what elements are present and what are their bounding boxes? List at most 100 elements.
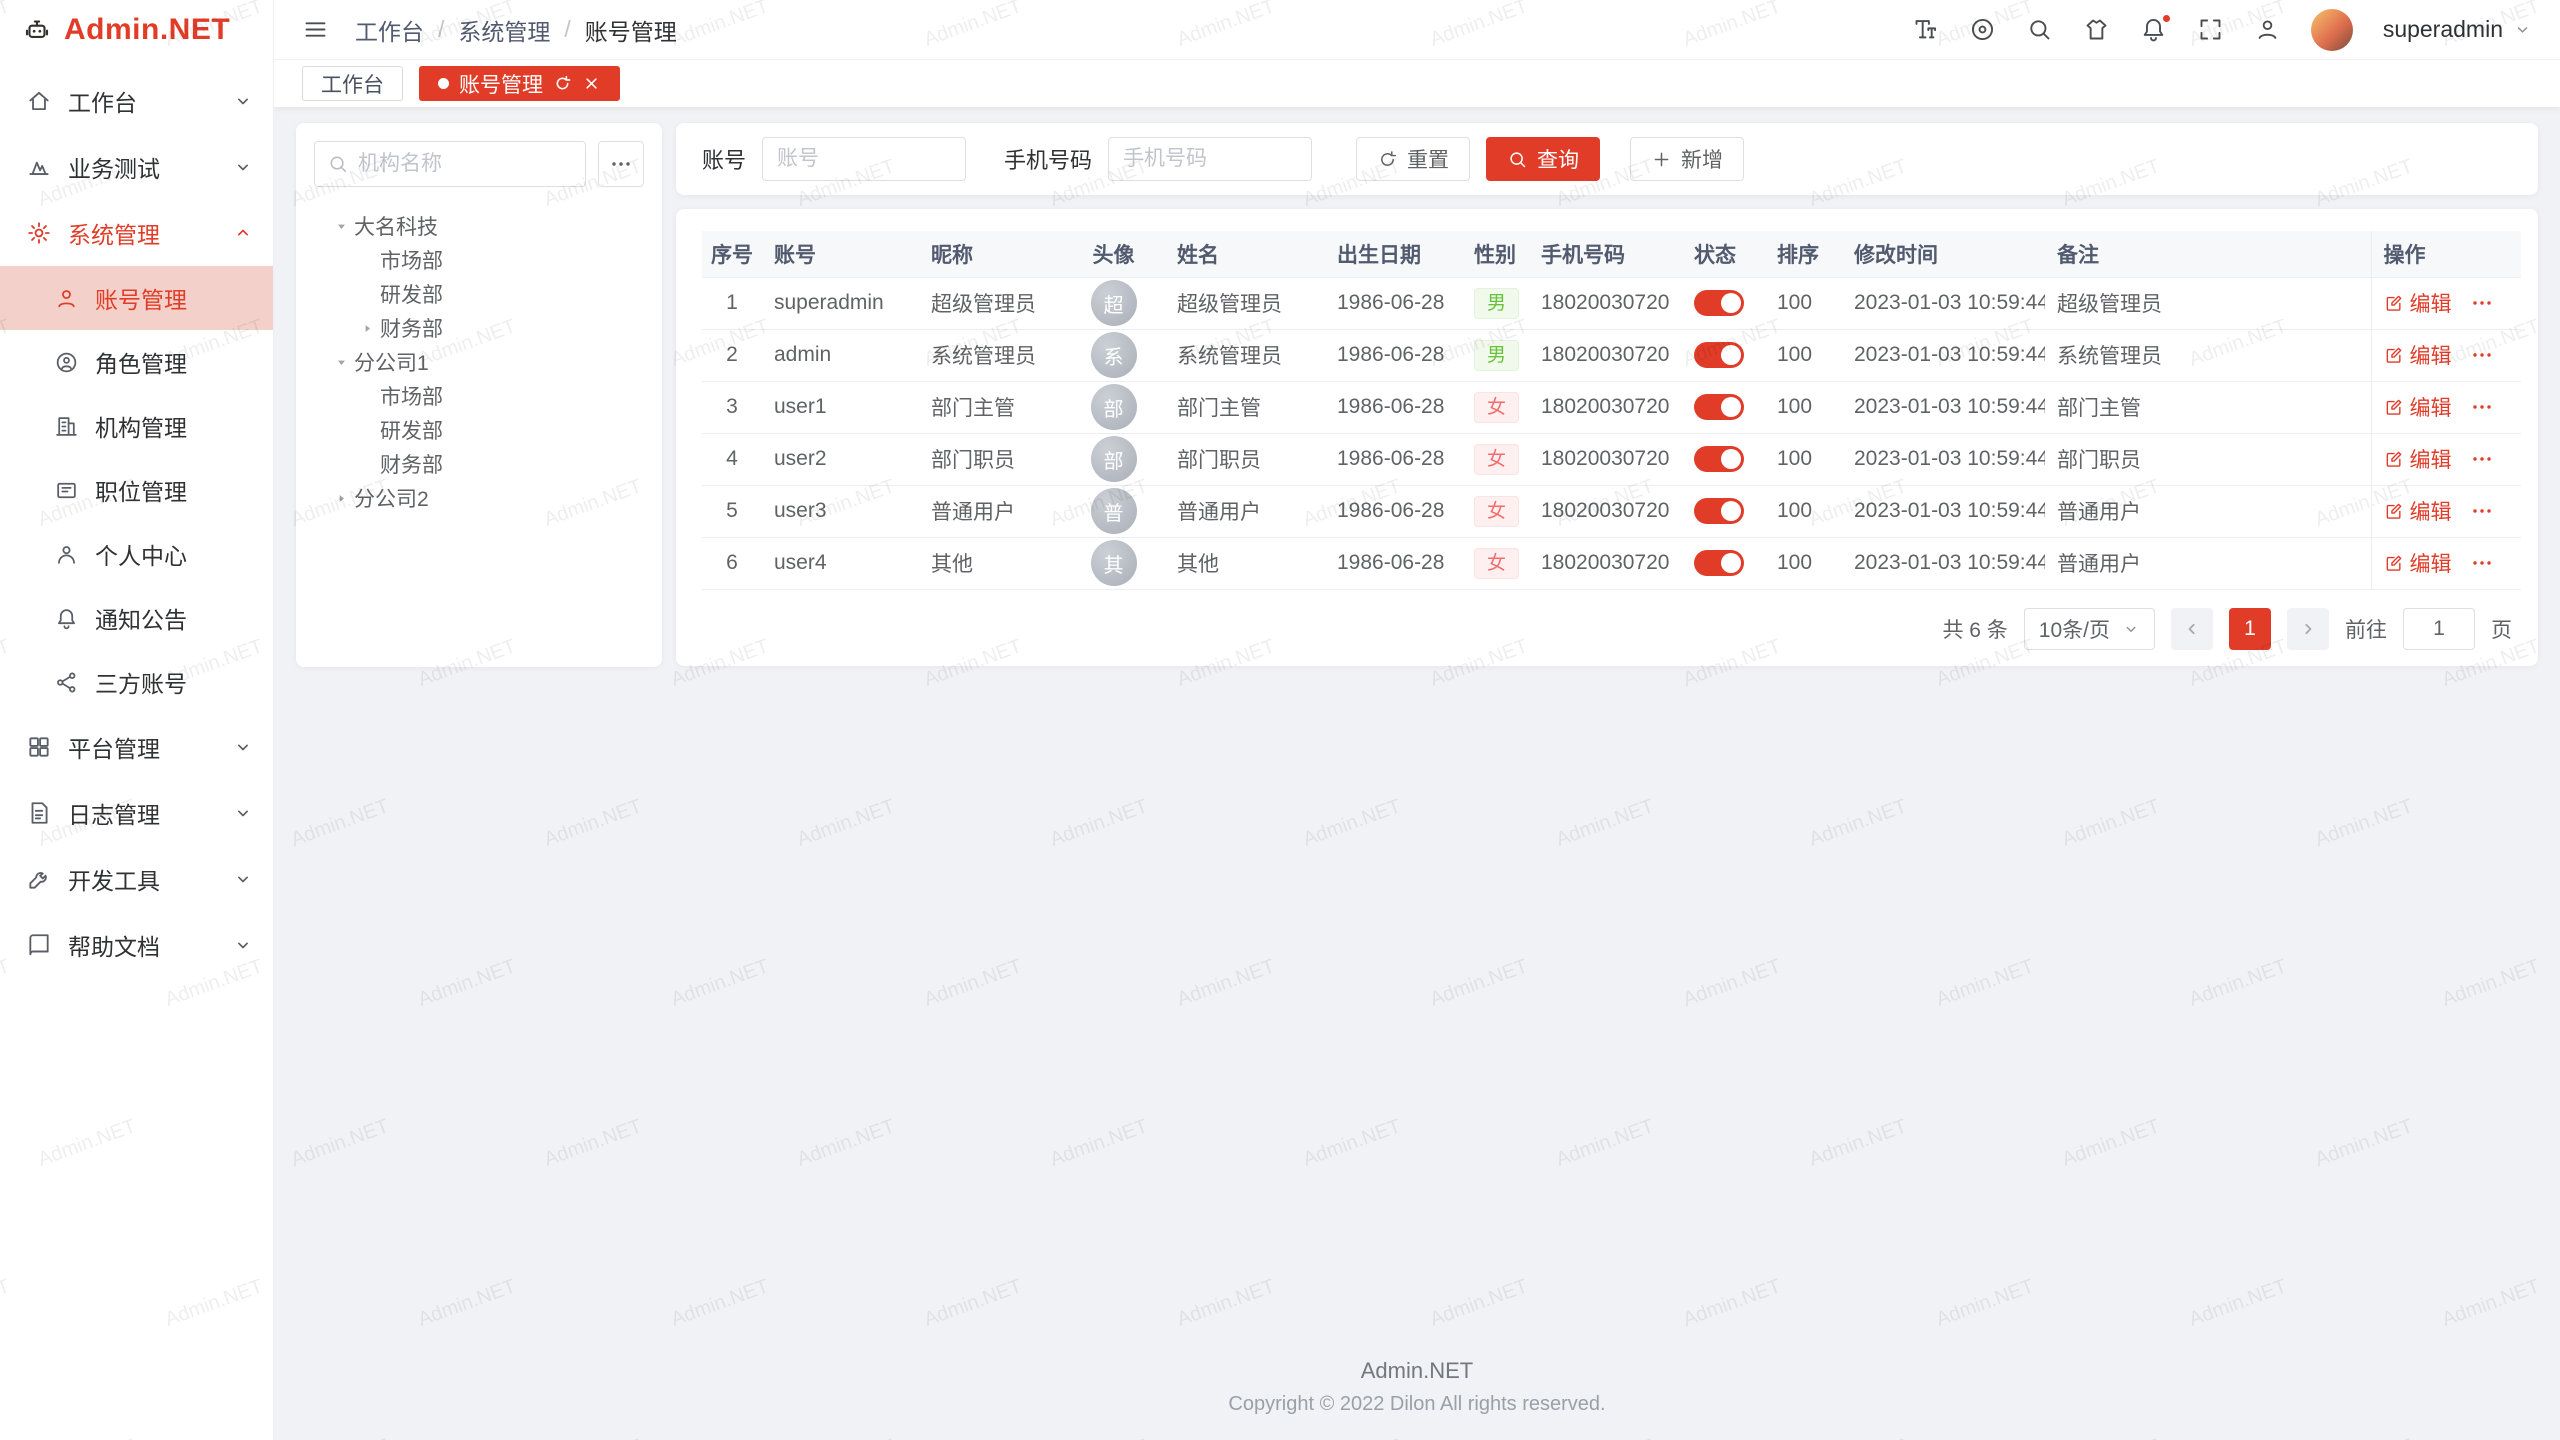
sidebar-item-2[interactable]: 系统管理 (0, 200, 273, 266)
tab-0[interactable]: 工作台 (302, 66, 403, 101)
org-name-field[interactable] (358, 152, 573, 176)
sidebar-subitem-2-1[interactable]: 角色管理 (0, 330, 273, 394)
status-toggle[interactable] (1694, 550, 1744, 576)
query-button[interactable]: 查询 (1486, 137, 1600, 181)
breadcrumb-item-account: 账号管理 (585, 13, 677, 47)
tree-expand-arrow[interactable] (354, 315, 380, 341)
avatar[interactable] (2311, 9, 2353, 51)
fullscreen-icon-button[interactable] (2197, 16, 2224, 43)
goto-page-input[interactable] (2403, 608, 2475, 650)
sidebar-subitem-2-0[interactable]: 账号管理 (0, 266, 273, 330)
breadcrumb-item-system[interactable]: 系统管理 (458, 13, 550, 47)
edit-button-label: 编辑 (2410, 444, 2452, 474)
theme-icon-button[interactable] (2083, 16, 2110, 43)
add-button[interactable]: 新增 (1630, 137, 1744, 181)
font-size-icon-button[interactable] (1912, 16, 1939, 43)
chevron-down-icon (2122, 620, 2140, 638)
edit-button[interactable]: 编辑 (2384, 444, 2452, 474)
tree-node-6[interactable]: 研发部 (314, 413, 644, 447)
tab-refresh-button[interactable] (553, 74, 572, 93)
row-more-button[interactable] (2470, 447, 2494, 471)
tree-node-3[interactable]: 财务部 (314, 311, 644, 345)
chevron-right-icon (2298, 619, 2318, 639)
sidebar-item-1[interactable]: 业务测试 (0, 134, 273, 200)
org-panel: 大名科技市场部研发部财务部分公司1市场部研发部财务部分公司2 (296, 123, 662, 667)
tree-node-5[interactable]: 市场部 (314, 379, 644, 413)
sidebar-item-6[interactable]: 帮助文档 (0, 912, 273, 978)
tree-node-0[interactable]: 大名科技 (314, 209, 644, 243)
prev-page-button[interactable] (2171, 608, 2213, 650)
account-input[interactable] (762, 137, 966, 181)
row-more-button[interactable] (2470, 343, 2494, 367)
tree-expand-arrow (354, 281, 380, 307)
tree-expand-arrow[interactable] (328, 349, 354, 375)
edit-button[interactable]: 编辑 (2384, 340, 2452, 370)
tree-node-1[interactable]: 市场部 (314, 243, 644, 277)
status-toggle[interactable] (1694, 446, 1744, 472)
cell-operations: 编辑 (2371, 485, 2521, 537)
sidebar-subitem-2-4[interactable]: 个人中心 (0, 522, 273, 586)
hamburger-menu-icon[interactable] (302, 16, 329, 43)
edit-button-label: 编辑 (2410, 340, 2452, 370)
sidebar-item-5[interactable]: 开发工具 (0, 846, 273, 912)
footer-copyright: Copyright © 2022 Dilon All rights reserv… (296, 1393, 2538, 1416)
chevron-down-icon-wrap (233, 803, 253, 823)
row-more-button[interactable] (2470, 499, 2494, 523)
phone-input[interactable] (1108, 137, 1312, 181)
page-1-button[interactable]: 1 (2229, 608, 2271, 650)
org-more-button[interactable] (598, 141, 644, 187)
chevron-down-icon (2513, 20, 2532, 39)
row-avatar: 部 (1091, 384, 1137, 430)
edit-button[interactable]: 编辑 (2384, 288, 2452, 318)
status-toggle[interactable] (1694, 290, 1744, 316)
search-icon-button[interactable] (2026, 16, 2053, 43)
page-size-select[interactable]: 10条/页 (2024, 608, 2155, 650)
sidebar-item-3[interactable]: 平台管理 (0, 714, 273, 780)
tree-node-2[interactable]: 研发部 (314, 277, 644, 311)
tree-expand-arrow[interactable] (328, 213, 354, 239)
org-icon (54, 414, 79, 439)
edit-button[interactable]: 编辑 (2384, 548, 2452, 578)
cell-gender: 女 (1462, 433, 1529, 485)
tab-1[interactable]: 账号管理 (419, 66, 620, 101)
tab-close-button[interactable] (582, 74, 601, 93)
disc-icon-button[interactable] (1969, 16, 1996, 43)
bell-icon-button[interactable] (2140, 16, 2167, 43)
table-card: 序号账号昵称头像姓名出生日期性别手机号码状态排序修改时间备注操作 1supera… (676, 209, 2538, 666)
row-more-button[interactable] (2470, 395, 2494, 419)
cell-modified: 2023-01-03 10:59:44 (1842, 485, 2045, 537)
tabbar: 工作台 账号管理 (274, 60, 2560, 107)
tree-expand-arrow[interactable] (328, 485, 354, 511)
status-toggle[interactable] (1694, 394, 1744, 420)
status-toggle[interactable] (1694, 342, 1744, 368)
sidebar-subitem-2-6[interactable]: 三方账号 (0, 650, 273, 714)
user-menu[interactable]: superadmin (2383, 16, 2532, 43)
tree-node-7[interactable]: 财务部 (314, 447, 644, 481)
logo[interactable]: Admin.NET (0, 0, 273, 60)
next-page-button[interactable] (2287, 608, 2329, 650)
tab-label: 账号管理 (459, 69, 543, 99)
tree-node-label: 大名科技 (354, 211, 438, 241)
cell-name: 超级管理员 (1165, 277, 1325, 329)
cell-modified: 2023-01-03 10:59:44 (1842, 381, 2045, 433)
edit-button[interactable]: 编辑 (2384, 496, 2452, 526)
sidebar-subitem-2-2[interactable]: 机构管理 (0, 394, 273, 458)
cell-sort: 100 (1765, 485, 1842, 537)
more-icon (2470, 395, 2494, 419)
tree-node-8[interactable]: 分公司2 (314, 481, 644, 515)
sidebar-subitem-2-5[interactable]: 通知公告 (0, 586, 273, 650)
profile-icon-button[interactable] (2254, 16, 2281, 43)
reset-button[interactable]: 重置 (1356, 137, 1470, 181)
sidebar-item-0[interactable]: 工作台 (0, 68, 273, 134)
table-row-1: 2admin系统管理员系系统管理员1986-06-28男180200307201… (702, 329, 2521, 381)
cell-status (1682, 381, 1765, 433)
edit-button[interactable]: 编辑 (2384, 392, 2452, 422)
tree-node-4[interactable]: 分公司1 (314, 345, 644, 379)
breadcrumb-item-workbench[interactable]: 工作台 (355, 13, 424, 47)
sidebar-item-4[interactable]: 日志管理 (0, 780, 273, 846)
sidebar-subitem-2-3[interactable]: 职位管理 (0, 458, 273, 522)
org-search-input[interactable] (314, 141, 586, 187)
row-more-button[interactable] (2470, 551, 2494, 575)
status-toggle[interactable] (1694, 498, 1744, 524)
row-more-button[interactable] (2470, 291, 2494, 315)
